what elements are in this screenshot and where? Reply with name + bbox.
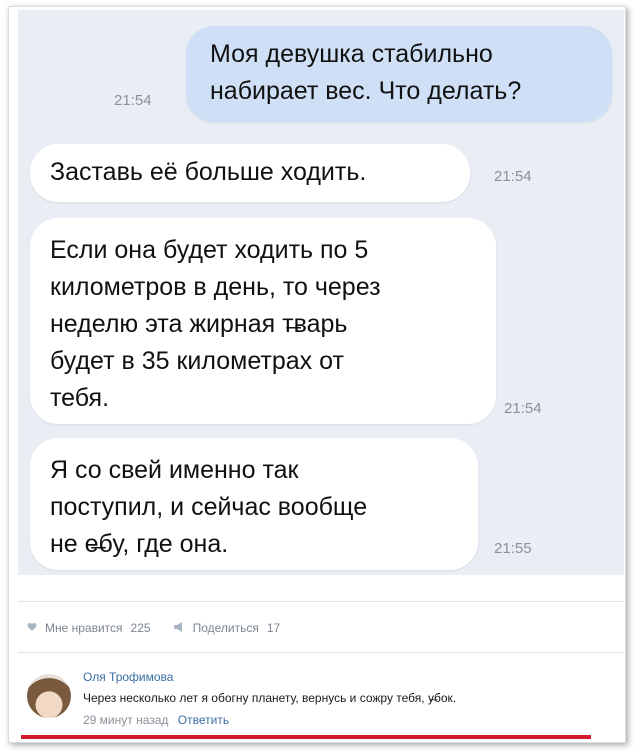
- comment-meta: 29 минут назад Ответить: [83, 713, 229, 727]
- heart-icon: [27, 621, 37, 635]
- avatar[interactable]: [27, 674, 71, 718]
- message-line: Я со свей именно так: [50, 456, 299, 484]
- message-line: тебя.: [50, 384, 110, 412]
- message-line: километров в день, то через: [50, 273, 381, 301]
- like-count: 225: [130, 621, 151, 635]
- share-label: Поделиться: [192, 621, 259, 635]
- message-time: 21:54: [504, 400, 542, 417]
- red-line: [21, 735, 591, 739]
- divider: [18, 601, 624, 602]
- message-line: поступил, и сейчас вообще: [50, 493, 368, 521]
- comment-author[interactable]: Оля Трофимова: [83, 670, 173, 684]
- like-label: Мне нравится: [45, 621, 123, 635]
- like-button[interactable]: Мне нравится 225: [27, 621, 151, 635]
- message-line: не е̶бу, где она.: [50, 530, 229, 558]
- post-actions: Мне нравится 225 Поделиться 17: [27, 621, 302, 635]
- message-time: 21:54: [494, 168, 532, 185]
- megaphone-icon: [173, 621, 185, 635]
- screenshot-frame: Моя девушка стабильно набирает вес. Что …: [8, 6, 626, 743]
- message-incoming: Я со свей именно так поступил, и сейчас …: [30, 438, 478, 570]
- comment-time: 29 минут назад: [83, 713, 169, 727]
- message-time: 21:55: [494, 540, 532, 557]
- share-count: 17: [266, 621, 281, 635]
- message-line: будет в 35 километрах от: [50, 347, 344, 375]
- message-incoming: Если она будет ходить по 5 километров в …: [30, 218, 542, 424]
- reply-link[interactable]: Ответить: [178, 713, 229, 727]
- message-time: 21:54: [114, 92, 152, 109]
- message-line: набирает вес. Что делать?: [210, 77, 522, 105]
- chat-area: Моя девушка стабильно набирает вес. Что …: [18, 10, 624, 575]
- message-line: Моя девушка стабильно: [210, 40, 493, 68]
- message-line: Если она будет ходить по 5: [50, 236, 369, 264]
- share-button[interactable]: Поделиться 17: [173, 621, 281, 635]
- message-outgoing: Моя девушка стабильно набирает вес. Что …: [186, 26, 612, 122]
- message-line: неделю эта жирная т̶варь: [50, 310, 348, 338]
- comment-text: Через несколько лет я обогну планету, ве…: [83, 691, 457, 705]
- message-incoming: Заставь её больше ходить.: [30, 144, 470, 202]
- message-line: Заставь её больше ходить.: [50, 158, 367, 186]
- divider: [18, 652, 624, 653]
